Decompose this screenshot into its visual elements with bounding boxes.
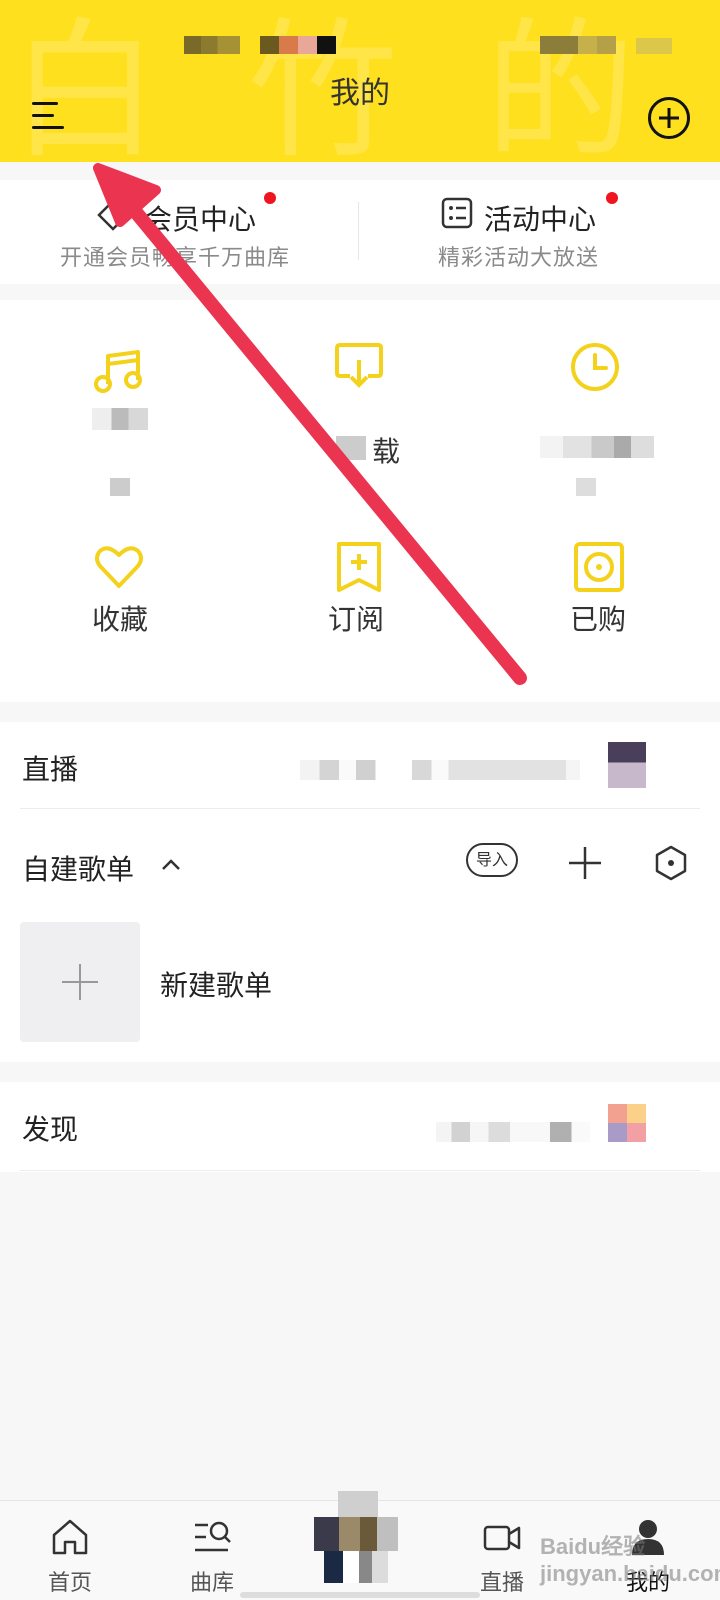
grid-item-favorites[interactable]: 收藏 bbox=[0, 530, 240, 730]
pixelated-cover bbox=[338, 1491, 378, 1517]
pixelated-count bbox=[110, 478, 130, 496]
bottom-navigation: 首页 曲库 直播 我的 Baidu经验 jingyan.baidu.com bbox=[0, 1491, 720, 1600]
menu-button[interactable] bbox=[28, 98, 68, 138]
new-playlist-icon[interactable] bbox=[20, 922, 140, 1042]
pixelated-discover-info bbox=[436, 1122, 590, 1142]
grid-item-recent-play[interactable] bbox=[480, 330, 720, 530]
pixelated-live-info bbox=[300, 760, 580, 780]
music-note-icon bbox=[94, 350, 142, 393]
pixelated-status-center bbox=[260, 36, 336, 54]
clock-icon bbox=[571, 343, 619, 391]
baidu-watermark: Baidu经验 jingyan.baidu.com bbox=[540, 1534, 720, 1586]
home-indicator bbox=[240, 1592, 480, 1598]
member-activity-row: 会员中心 开通会员畅享千万曲库 活动中心 精彩活动大放送 bbox=[0, 180, 720, 284]
grid-item-local-music[interactable] bbox=[0, 330, 240, 530]
activity-center-subtitle: 精彩活动大放送 bbox=[438, 246, 600, 271]
vip-notification-dot bbox=[264, 192, 276, 204]
pixelated-discover-thumb-bottom bbox=[608, 1123, 646, 1142]
nav-item-live[interactable]: 直播 bbox=[452, 1501, 552, 1600]
pixelated-status-left bbox=[184, 36, 240, 54]
video-camera-icon bbox=[483, 1525, 521, 1551]
activity-list-icon bbox=[441, 197, 473, 229]
grid-label-purchased: 已购 bbox=[569, 603, 626, 636]
download-icon bbox=[335, 343, 383, 388]
menu-icon-line bbox=[32, 114, 54, 117]
quick-access-grid: 载 收藏 订阅 已购 bbox=[0, 300, 720, 702]
pixelated-status-right bbox=[540, 36, 616, 54]
page-title: 我的 bbox=[330, 76, 390, 111]
bookmark-plus-icon bbox=[337, 542, 381, 592]
grid-item-purchased[interactable]: 已购 bbox=[480, 530, 720, 730]
activity-center-entry[interactable]: 活动中心 精彩活动大放送 bbox=[360, 180, 720, 284]
activity-center-title: 活动中心 bbox=[484, 203, 597, 236]
grid-item-download[interactable]: 载 bbox=[236, 330, 476, 530]
section-divider bbox=[20, 808, 700, 809]
new-playlist-label[interactable]: 新建歌单 bbox=[160, 964, 272, 1004]
vip-diamond-icon bbox=[97, 199, 129, 231]
grid-label-favorites: 收藏 bbox=[91, 603, 148, 636]
import-button[interactable]: 导入 bbox=[466, 843, 518, 877]
grid-item-subscriptions[interactable]: 订阅 bbox=[236, 530, 476, 730]
menu-icon bbox=[32, 102, 58, 105]
nav-item-library[interactable]: 曲库 bbox=[162, 1501, 262, 1600]
pixelated-live-avatar[interactable] bbox=[608, 742, 646, 788]
vip-center-entry[interactable]: 会员中心 开通会员畅享千万曲库 bbox=[0, 180, 360, 284]
playlists-section-title[interactable]: 自建歌单 bbox=[22, 848, 134, 888]
purchased-disc-icon bbox=[574, 542, 624, 592]
nav-label-home: 首页 bbox=[47, 1571, 92, 1596]
vertical-divider bbox=[358, 202, 359, 260]
vip-center-subtitle: 开通会员畅享千万曲库 bbox=[60, 246, 291, 271]
activity-notification-dot bbox=[606, 192, 618, 204]
discover-section: 发现 bbox=[0, 1082, 720, 1172]
pixelated-cover bbox=[314, 1517, 398, 1551]
now-playing-button[interactable] bbox=[314, 1491, 398, 1583]
pixelated-label bbox=[92, 408, 148, 430]
section-divider bbox=[20, 1170, 700, 1171]
chevron-up-icon[interactable] bbox=[160, 856, 182, 872]
vip-center-title: 会员中心 bbox=[144, 203, 257, 236]
library-search-icon bbox=[195, 1521, 231, 1552]
pixelated-count bbox=[576, 478, 596, 496]
top-header: 白 竹 的 我的 bbox=[0, 0, 720, 162]
settings-hexagon-icon[interactable] bbox=[652, 844, 690, 882]
discover-section-title[interactable]: 发现 bbox=[22, 1108, 78, 1148]
menu-icon-line bbox=[32, 126, 64, 129]
grid-label-subscriptions: 订阅 bbox=[327, 603, 384, 636]
pixelated-battery bbox=[636, 38, 672, 54]
live-section-title[interactable]: 直播 bbox=[22, 748, 78, 788]
add-button[interactable] bbox=[648, 97, 690, 139]
pixelated-cover bbox=[324, 1551, 388, 1583]
heart-icon bbox=[95, 546, 143, 588]
live-playlist-section: 直播 自建歌单 导入 新建歌单 bbox=[0, 722, 720, 1062]
grid-label-download: 载 bbox=[371, 435, 400, 468]
add-playlist-icon[interactable] bbox=[566, 844, 604, 882]
pixelated-label bbox=[540, 436, 654, 458]
home-icon bbox=[52, 1519, 88, 1555]
nav-item-home[interactable]: 首页 bbox=[20, 1501, 120, 1600]
